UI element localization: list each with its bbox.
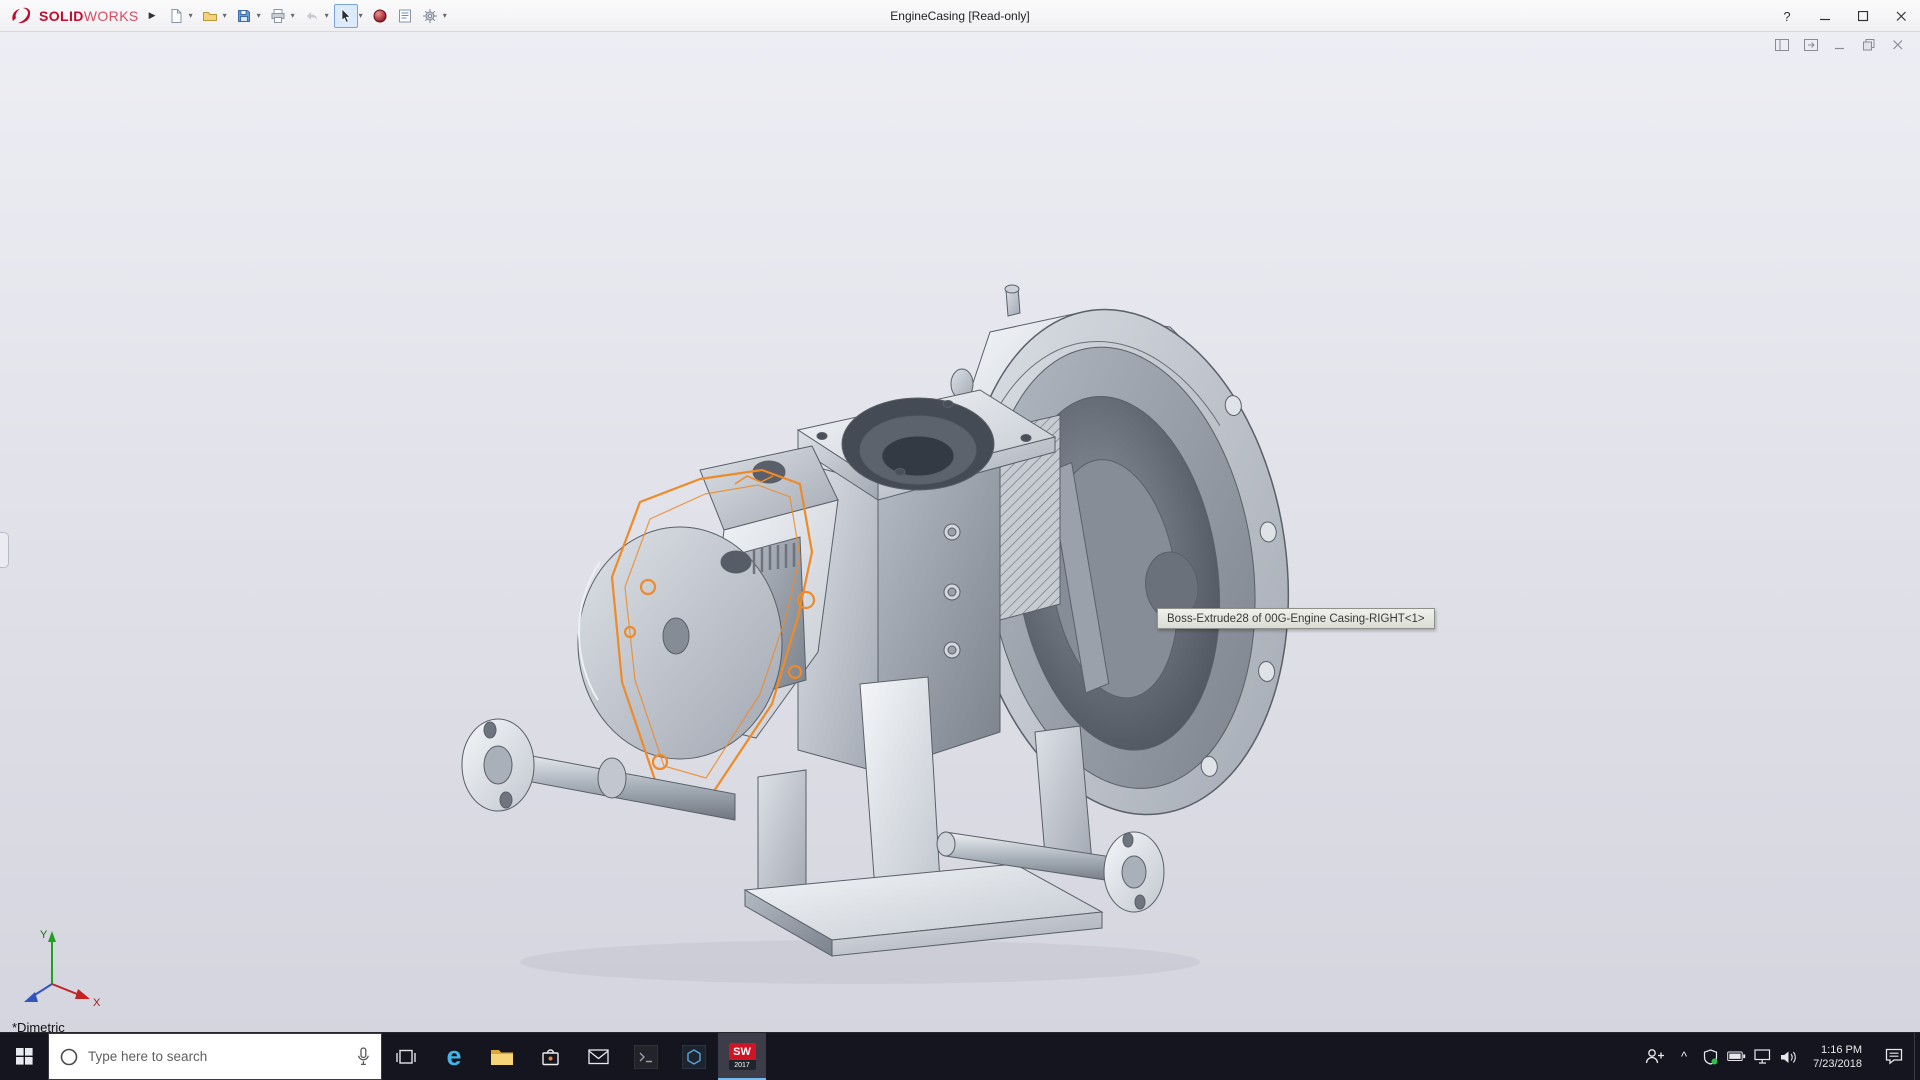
edge-button[interactable]: e [430,1033,478,1080]
doc-restore-icon[interactable] [1861,38,1877,52]
store-button[interactable] [526,1033,574,1080]
volume-button[interactable] [1775,1033,1801,1080]
chevron-down-icon[interactable]: ▾ [189,11,193,20]
solidworks-taskbar-button[interactable]: SW 2017 [718,1033,766,1080]
titlebar: SOLIDWORKS ▶ ▾ ▾ ▾ ▾ ▾ [0,0,1920,32]
speaker-icon [1780,1050,1797,1064]
windows-logo-icon [16,1048,33,1065]
battery-button[interactable] [1723,1033,1749,1080]
graphics-viewport[interactable]: Boss-Extrude28 of 00G-Engine Casing-RIGH… [0,32,1920,1032]
store-bag-icon [541,1047,560,1066]
people-button[interactable] [1639,1033,1671,1080]
hexagon-app-icon [682,1045,706,1069]
clock-date: 7/23/2018 [1813,1057,1862,1071]
network-icon [1754,1049,1771,1064]
cortana-icon [59,1047,79,1067]
doc-minimize-icon[interactable] [1832,38,1848,52]
file-explorer-button[interactable] [478,1033,526,1080]
tray-overflow-button[interactable]: ^ [1671,1033,1697,1080]
edge-icon: e [446,1043,461,1070]
task-view-button[interactable] [382,1033,430,1080]
chevron-down-icon[interactable]: ▾ [223,11,227,20]
toolbar-expand-button[interactable]: ▶ [149,10,156,21]
feature-tooltip: Boss-Extrude28 of 00G-Engine Casing-RIGH… [1157,608,1435,629]
mail-envelope-icon [588,1049,609,1065]
shield-icon [1703,1049,1718,1065]
show-desktop-button[interactable] [1914,1033,1920,1080]
print-button[interactable] [266,4,290,28]
orientation-triad: Y X [14,922,106,1012]
taskbar: e SW 2017 ^ [0,1032,1920,1080]
terminal-app-button[interactable] [622,1033,670,1080]
chevron-down-icon[interactable]: ▾ [443,11,447,20]
search-input[interactable] [88,1049,347,1064]
chevron-down-icon[interactable]: ▾ [325,11,329,20]
engine-casing-model[interactable] [0,32,1920,1032]
folder-icon [490,1047,514,1066]
chevron-down-icon[interactable]: ▾ [359,11,363,20]
open-document-button[interactable] [198,4,222,28]
minimize-button[interactable] [1816,7,1834,25]
window-title: EngineCasing [Read-only] [890,9,1029,23]
options-gear-button[interactable] [418,4,442,28]
appearance-sphere-button[interactable] [368,4,392,28]
taskbar-search[interactable] [48,1033,382,1080]
chevron-down-icon[interactable]: ▾ [257,11,261,20]
x-axis-label: X [93,997,101,1009]
brand-text: SOLIDWORKS [39,8,139,24]
dark-app-button[interactable] [670,1033,718,1080]
doc-close-icon[interactable] [1890,38,1906,52]
y-axis-label: Y [40,929,48,941]
mail-button[interactable] [574,1033,622,1080]
y-axis-arrow [48,931,56,942]
close-button[interactable] [1892,7,1910,25]
chevron-down-icon[interactable]: ▾ [291,11,295,20]
start-button[interactable] [0,1033,48,1080]
taskbar-clock[interactable]: 1:16 PM 7/23/2018 [1801,1043,1874,1071]
document-window-controls [1774,38,1906,52]
dock-pane-icon[interactable] [1774,38,1790,52]
task-view-icon [395,1048,417,1066]
undo-button[interactable] [300,4,324,28]
system-tray: ^ 1:16 PM 7/23/2018 [1639,1033,1920,1080]
network-button[interactable] [1749,1033,1775,1080]
battery-icon [1727,1051,1746,1062]
solidworks-app-icon: SW 2017 [729,1043,756,1070]
terminal-icon [634,1045,658,1069]
new-document-button[interactable] [164,4,188,28]
maximize-button[interactable] [1854,7,1872,25]
solidworks-logo-icon [10,6,34,26]
action-center-icon [1885,1048,1903,1065]
defender-button[interactable] [1697,1033,1723,1080]
save-button[interactable] [232,4,256,28]
microphone-icon[interactable] [356,1047,371,1066]
action-center-button[interactable] [1874,1033,1914,1080]
solidworks-window: SOLIDWORKS ▶ ▾ ▾ ▾ ▾ ▾ [0,0,1920,1080]
select-tool-button[interactable] [334,4,358,28]
quick-access-toolbar: ▾ ▾ ▾ ▾ ▾ ▾ [164,4,451,28]
help-button[interactable]: ? [1778,7,1796,25]
report-button[interactable] [393,4,417,28]
view-orientation-label: *Dimetric [12,1020,65,1032]
people-icon [1644,1048,1667,1065]
dock-pane-arrow-icon[interactable] [1803,38,1819,52]
clock-time: 1:16 PM [1821,1043,1862,1057]
x-axis-arrow [75,989,90,999]
